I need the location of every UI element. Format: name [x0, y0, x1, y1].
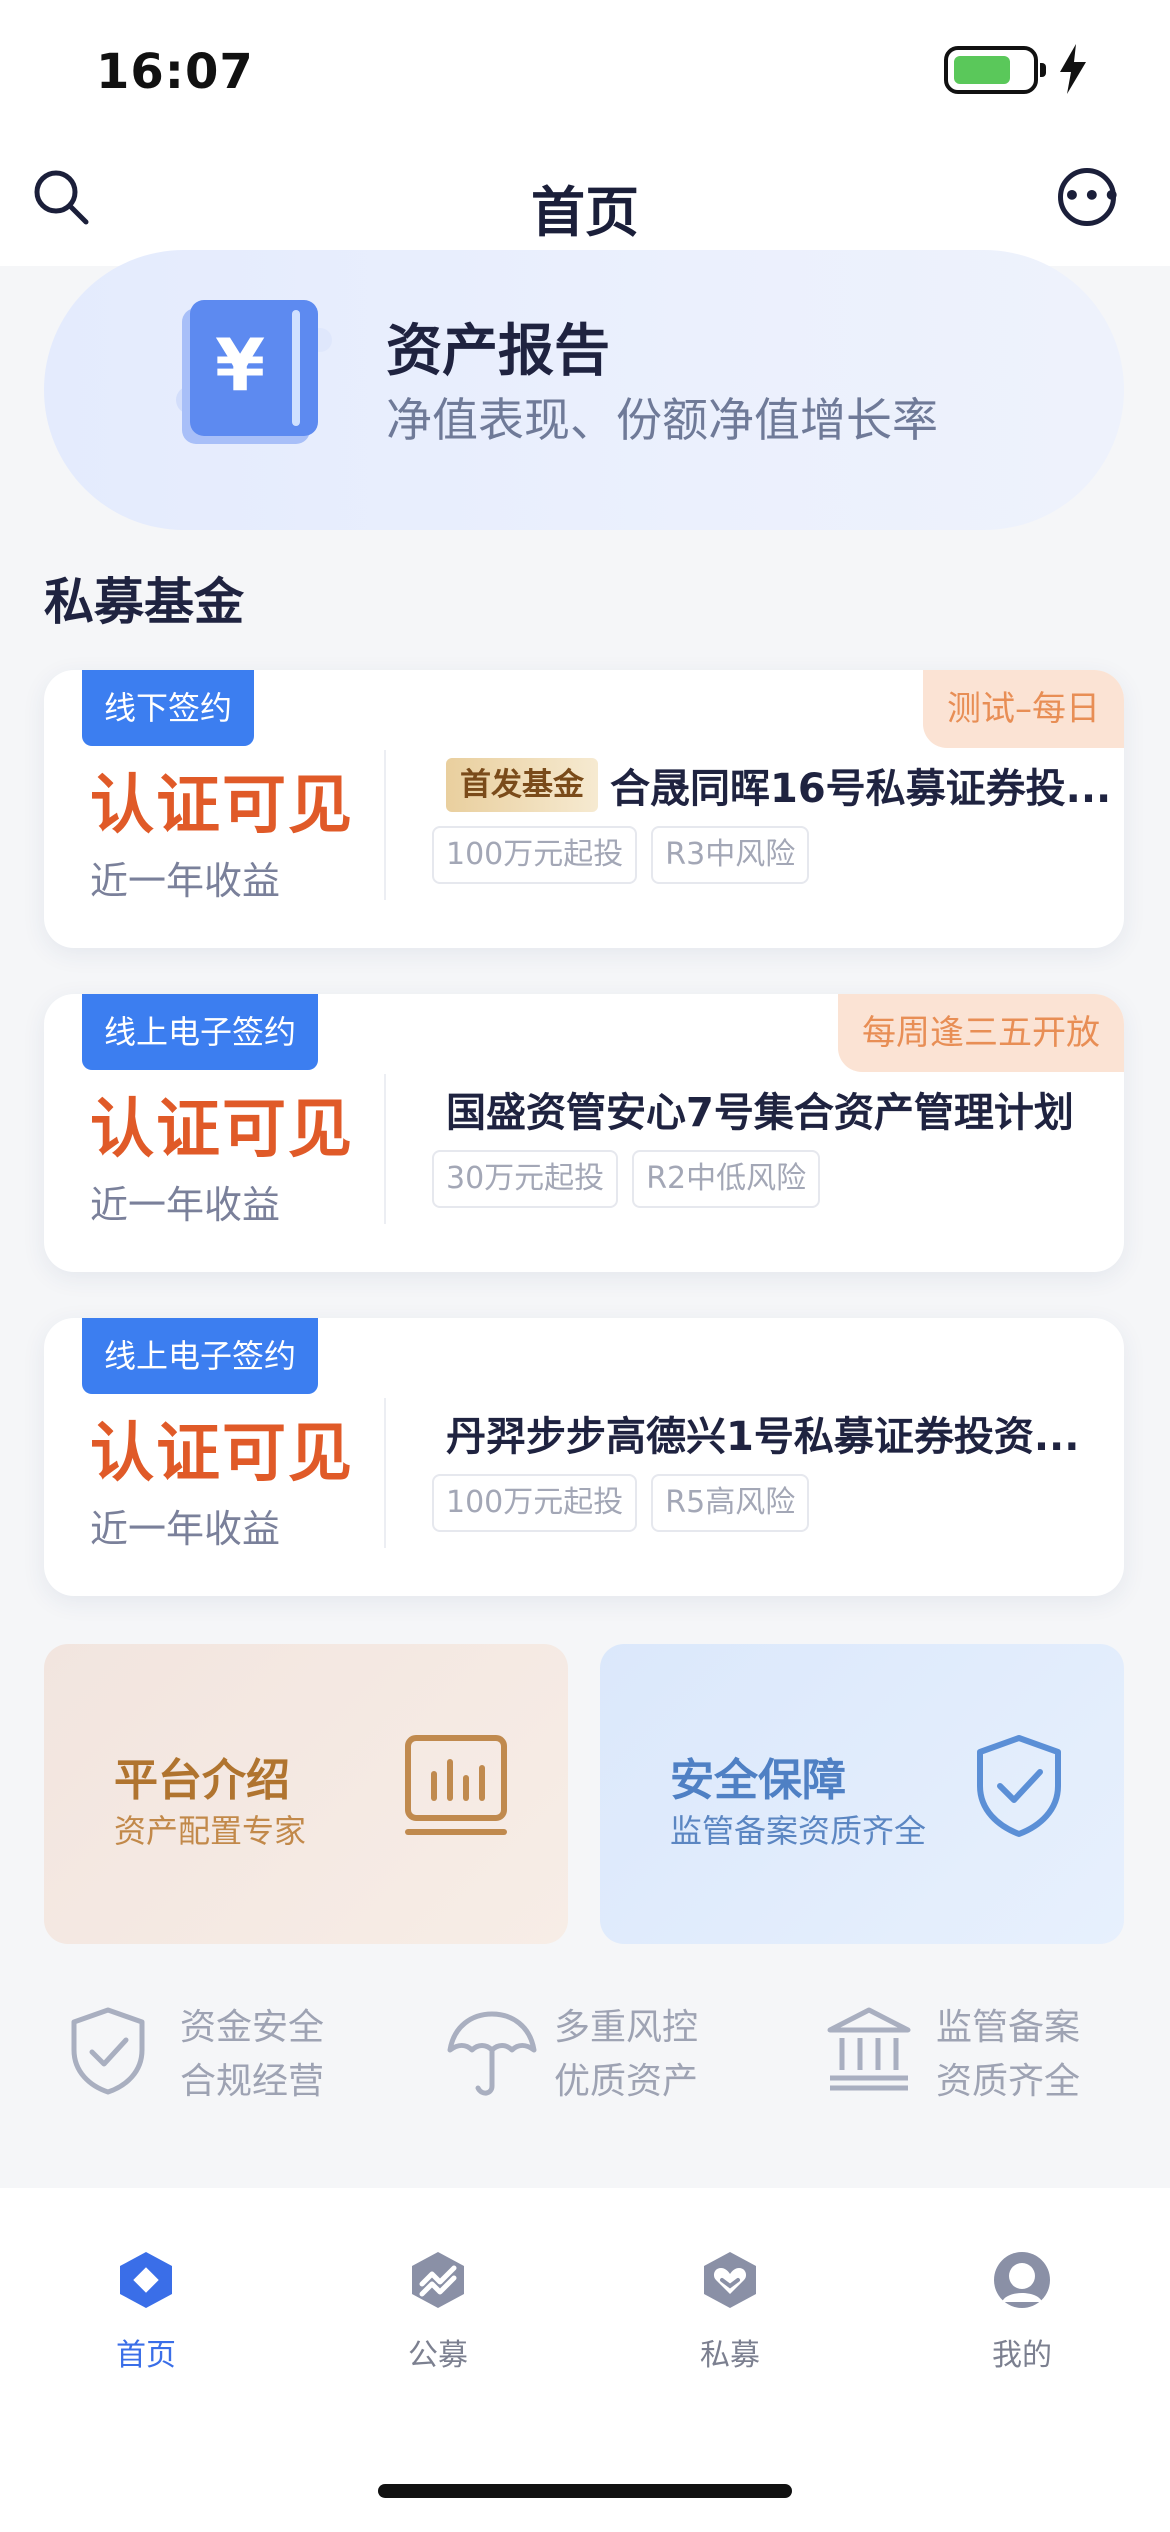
tab-private-fund[interactable]: 私募 [630, 2250, 830, 2373]
bank-building-icon [827, 2007, 911, 2091]
trust-line-2: 优质资产 [554, 2061, 699, 2102]
min-investment-chip: 100万元起投 [432, 826, 638, 884]
public-fund-icon [412, 2252, 464, 2308]
platform-intro-tile[interactable]: 平台介绍 资产配置专家 [44, 1644, 568, 1944]
yield-value: 认证可见 [90, 1417, 354, 1491]
yield-value: 认证可见 [90, 769, 354, 843]
fund-chips: 100万元起投 R5高风险 [432, 1474, 823, 1532]
tile-subtitle: 资产配置专家 [114, 1812, 307, 1850]
trust-item-regulatory: 监管备案 资质齐全 [826, 1986, 1170, 2126]
yen-symbol: ¥ [215, 323, 265, 407]
yield-label: 近一年收益 [90, 1507, 281, 1551]
umbrella-icon [447, 2011, 537, 2096]
shield-check-icon [71, 2007, 145, 2095]
card-divider [384, 1398, 386, 1548]
min-investment-chip: 30万元起投 [432, 1150, 619, 1208]
min-investment-chip: 100万元起投 [432, 1474, 638, 1532]
security-tile[interactable]: 安全保障 监管备案资质齐全 [600, 1644, 1124, 1944]
fund-card[interactable]: 线上电子签约 每周逢三五开放 认证可见 近一年收益 国盛资管安心7号集合资产管理… [44, 994, 1124, 1272]
status-time: 16:07 [96, 44, 254, 100]
trust-line-2: 资质齐全 [936, 2061, 1081, 2102]
fund-card[interactable]: 线下签约 测试–每日 认证可见 近一年收益 首发基金 合晟同晖16号私募证券投..… [44, 670, 1124, 948]
section-title-private-funds: 私募基金 [44, 573, 244, 631]
tab-profile[interactable]: 我的 [922, 2250, 1122, 2373]
tab-home[interactable]: 首页 [46, 2250, 246, 2373]
open-schedule-tag: 每周逢三五开放 [838, 994, 1124, 1072]
yield-value: 认证可见 [90, 1093, 354, 1167]
risk-level-chip: R2中低风险 [632, 1150, 821, 1208]
trust-line-1: 资金安全 [180, 2007, 325, 2048]
launch-badge: 首发基金 [446, 758, 598, 812]
trust-item-risk-control: 多重风控 优质资产 [444, 1986, 834, 2126]
fund-name-text: 合晟同晖16号私募证券投... [610, 766, 1112, 812]
more-options-icon[interactable]: ••• [1058, 168, 1121, 226]
banner-title: 资产报告 [386, 319, 610, 384]
tab-public-fund[interactable]: 公募 [338, 2250, 538, 2373]
fund-card[interactable]: 线上电子签约 认证可见 近一年收益 丹羿步步高德兴1号私募证券投资... 100… [44, 1318, 1124, 1596]
profile-icon [994, 2252, 1050, 2308]
sign-type-tag: 线上电子签约 [82, 1318, 319, 1394]
card-divider [384, 750, 386, 900]
banner-subtitle: 净值表现、份额净值增长率 [386, 393, 938, 447]
card-divider [384, 1074, 386, 1224]
home-indicator[interactable] [378, 2484, 792, 2498]
bar-chart-board-icon [405, 1735, 507, 1835]
trust-line-1: 多重风控 [554, 2007, 699, 2048]
trust-line-1: 监管备案 [936, 2007, 1081, 2048]
battery-icon [944, 46, 1046, 94]
fund-chips: 100万元起投 R3中风险 [432, 826, 823, 884]
tab-label: 首页 [116, 2338, 176, 2373]
sign-type-tag: 线上电子签约 [82, 994, 319, 1070]
nav-bar: 首页 ••• [0, 140, 1170, 266]
shield-check-icon [977, 1735, 1061, 1837]
fund-name: 丹羿步步高德兴1号私募证券投资... [446, 1414, 1080, 1460]
tab-label: 私募 [700, 2338, 760, 2373]
fund-chips: 30万元起投 R2中低风险 [432, 1150, 834, 1208]
ledger-yen-icon: ¥ [176, 300, 332, 444]
tile-subtitle: 监管备案资质齐全 [670, 1812, 927, 1850]
yield-label: 近一年收益 [90, 1183, 281, 1227]
risk-level-chip: R3中风险 [651, 826, 810, 884]
home-screen: 16:07 首页 ••• ¥ 资产报告 净值表现、份额净值增长率 私募基金 线下… [0, 0, 1170, 2532]
yield-label: 近一年收益 [90, 859, 281, 903]
fund-name: 首发基金 合晟同晖16号私募证券投... [446, 756, 1111, 814]
tab-label: 我的 [992, 2338, 1052, 2373]
tile-title: 平台介绍 [114, 1755, 290, 1806]
page-title: 首页 [531, 181, 639, 244]
open-schedule-tag: 测试–每日 [923, 670, 1124, 748]
home-diamond-icon [120, 2252, 172, 2308]
status-bar: 16:07 [0, 0, 1170, 140]
trust-line-2: 合规经营 [180, 2061, 325, 2102]
risk-level-chip: R5高风险 [651, 1474, 810, 1532]
fund-name: 国盛资管安心7号集合资产管理计划 [446, 1090, 1074, 1136]
tab-label: 公募 [408, 2338, 468, 2373]
tab-bar: 首页 公募 私募 我的 [0, 2188, 1170, 2532]
tile-title: 安全保障 [670, 1755, 846, 1806]
charging-bolt-icon [1060, 44, 1086, 94]
sign-type-tag: 线下签约 [82, 670, 255, 746]
trust-item-fund-safety: 资金安全 合规经营 [70, 1986, 460, 2126]
private-fund-icon [704, 2252, 756, 2308]
